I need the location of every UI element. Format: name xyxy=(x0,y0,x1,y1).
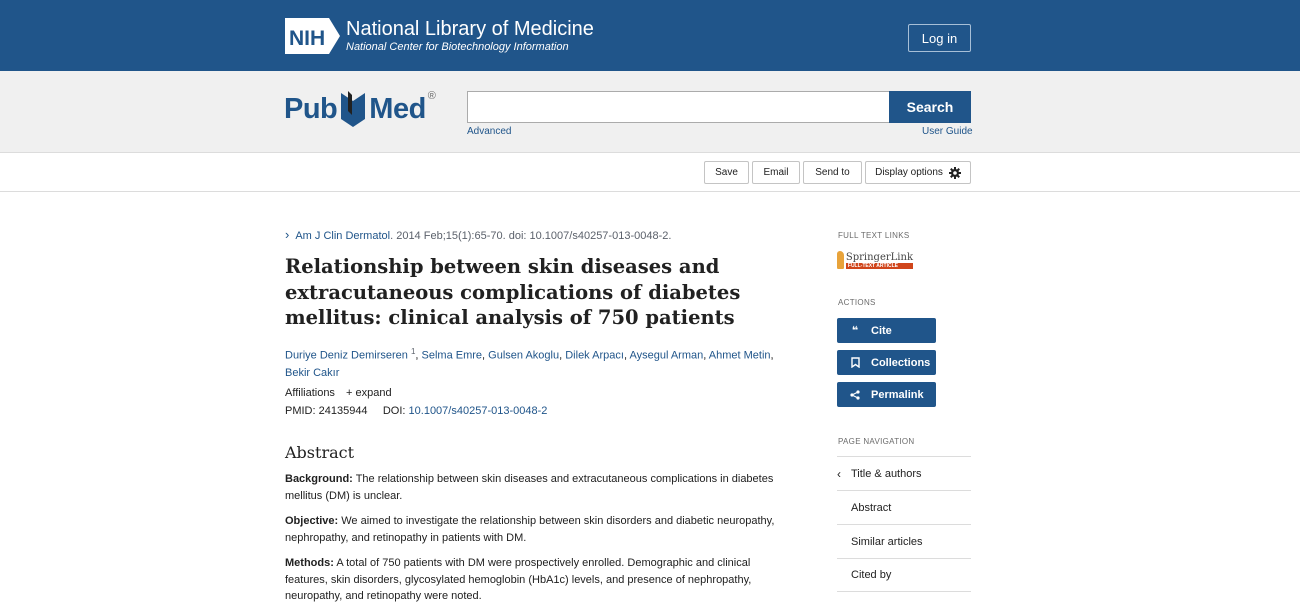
advanced-search-link[interactable]: Advanced xyxy=(467,126,511,137)
author-link[interactable]: Duriye Deniz Demirseren xyxy=(285,350,408,362)
nav-item-label: Cited by xyxy=(851,569,892,581)
affiliations-label: Affiliations xyxy=(285,387,335,399)
page-navigation-list: ‹ Title & authors Abstract Similar artic… xyxy=(837,456,971,592)
abstract-background: Background: The relationship between ski… xyxy=(285,471,790,504)
author-link[interactable]: Dilek Arpacı xyxy=(565,350,624,362)
author-link[interactable]: Gulsen Akoglu xyxy=(488,350,559,362)
save-button[interactable]: Save xyxy=(704,161,749,184)
collections-label: Collections xyxy=(871,356,931,369)
bookmark-icon xyxy=(847,357,863,368)
collections-button[interactable]: Collections xyxy=(837,350,936,375)
objective-label: Objective: xyxy=(285,515,339,527)
nav-item-label: Similar articles xyxy=(851,535,923,548)
cite-button[interactable]: ❝ Cite xyxy=(837,318,936,343)
background-text: The relationship between skin diseases a… xyxy=(285,473,774,502)
nih-badge: NIH xyxy=(285,18,341,54)
search-input[interactable] xyxy=(467,91,890,123)
nih-subtitle: National Center for Biotechnology Inform… xyxy=(346,41,569,53)
permalink-button[interactable]: Permalink xyxy=(837,382,936,407)
nih-title: National Library of Medicine xyxy=(346,18,594,40)
expand-affiliations-button[interactable]: + expand xyxy=(346,387,392,399)
methods-text: A total of 750 patients with DM were pro… xyxy=(285,557,752,602)
display-options-label: Display options xyxy=(875,167,943,178)
journal-link[interactable]: Am J Clin Dermatol xyxy=(295,230,390,242)
cite-label: Cite xyxy=(871,324,892,337)
author-list: Duriye Deniz Demirseren 1, Selma Emre, G… xyxy=(285,343,785,382)
springer-tag: FULL-TEXT ARTICLE xyxy=(845,262,913,269)
nav-item-abstract[interactable]: Abstract xyxy=(837,490,971,524)
svg-text:NIH: NIH xyxy=(289,27,325,50)
abstract-objective: Objective: We aimed to investigate the r… xyxy=(285,513,790,546)
methods-label: Methods: xyxy=(285,557,334,569)
pubmed-book-icon xyxy=(341,91,366,127)
nav-item-title-authors[interactable]: ‹ Title & authors xyxy=(837,456,971,490)
author-link[interactable]: Ahmet Metin xyxy=(709,350,771,362)
doi-link[interactable]: 10.1007/s40257-013-0048-2 xyxy=(409,405,548,417)
identifiers-row: PMID: 24135944 DOI: 10.1007/s40257-013-0… xyxy=(285,405,547,417)
pubmed-logo-med: Med xyxy=(369,92,426,125)
search-button[interactable]: Search xyxy=(889,91,971,123)
chevron-right-icon[interactable]: › xyxy=(285,227,289,242)
permalink-label: Permalink xyxy=(871,388,924,401)
citation-details: . 2014 Feb;15(1):65-70. doi: 10.1007/s40… xyxy=(390,230,672,242)
nav-item-similar-articles[interactable]: Similar articles xyxy=(837,524,971,558)
nih-header: NIH National Library of Medicine Nationa… xyxy=(0,0,1300,71)
author-separator: , xyxy=(770,349,774,362)
nav-item-label: Title & authors xyxy=(851,467,922,480)
quote-icon: ❝ xyxy=(851,325,859,337)
display-options-button[interactable]: Display options xyxy=(865,161,971,184)
article-title: Relationship between skin diseases and e… xyxy=(285,255,741,329)
background-label: Background: xyxy=(285,473,353,485)
springerlink-button[interactable]: SpringerLink FULL-TEXT ARTICLE xyxy=(837,250,913,270)
pubmed-logo-pub: Pub xyxy=(284,92,338,125)
nih-logo[interactable]: NIH National Library of Medicine Nationa… xyxy=(285,18,594,54)
actions-heading: ACTIONS xyxy=(838,298,876,307)
email-button[interactable]: Email xyxy=(752,161,800,184)
affiliations-row: Affiliations + expand xyxy=(285,387,392,399)
objective-text: We aimed to investigate the relationship… xyxy=(285,515,775,544)
registered-mark: ® xyxy=(427,90,436,102)
user-guide-link[interactable]: User Guide xyxy=(922,126,973,137)
abstract-methods: Methods: A total of 750 patients with DM… xyxy=(285,555,790,605)
pmid: PMID: 24135944 xyxy=(285,405,368,417)
nav-item-cited-by[interactable]: Cited by xyxy=(837,558,971,592)
send-to-button[interactable]: Send to xyxy=(803,161,862,184)
citation-line: › Am J Clin Dermatol. 2014 Feb;15(1):65-7… xyxy=(285,227,671,242)
abstract-heading: Abstract xyxy=(285,443,355,462)
springer-horse-icon xyxy=(837,251,844,269)
springer-name: SpringerLink xyxy=(845,251,913,263)
full-text-links-heading: FULL TEXT LINKS xyxy=(838,231,910,240)
chevron-left-icon: ‹ xyxy=(837,467,841,481)
author-link[interactable]: Bekir Cakır xyxy=(285,367,339,379)
author-link[interactable]: Aysegul Arman xyxy=(629,350,703,362)
nav-item-label: Abstract xyxy=(851,501,892,514)
author-link[interactable]: Selma Emre xyxy=(422,350,483,362)
gear-icon xyxy=(948,166,961,179)
doi-label: DOI: xyxy=(382,405,406,417)
page-navigation-heading: PAGE NAVIGATION xyxy=(838,437,915,446)
pubmed-logo[interactable]: Pub Med ® xyxy=(284,87,436,131)
share-icon xyxy=(847,389,863,400)
article-toolbar: Save Email Send to Display options xyxy=(0,153,1300,192)
login-button[interactable]: Log in xyxy=(908,24,971,52)
